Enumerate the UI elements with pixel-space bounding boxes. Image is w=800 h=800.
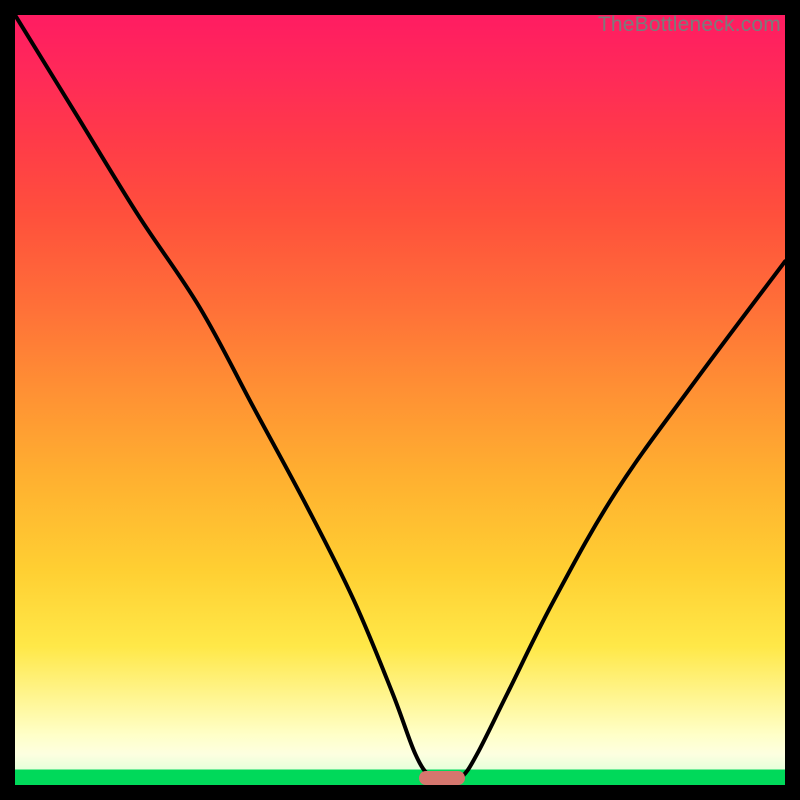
chart-frame: TheBottleneck.com bbox=[0, 0, 800, 800]
plot-area: TheBottleneck.com bbox=[15, 15, 785, 785]
bottleneck-curve bbox=[15, 15, 785, 785]
minimum-marker bbox=[419, 771, 465, 785]
curve-path bbox=[15, 15, 785, 785]
